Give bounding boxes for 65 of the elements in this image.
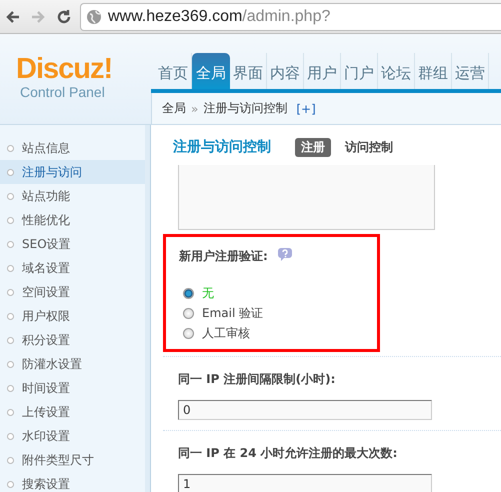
nav-tab[interactable]: 全局 <box>192 53 230 89</box>
radio-button[interactable] <box>183 288 194 298</box>
breadcrumb-item[interactable]: 全局 <box>162 100 186 117</box>
breadcrumb-separator: » <box>191 102 198 116</box>
back-icon[interactable] <box>6 10 20 22</box>
url-text: www.heze369.com/admin.php? <box>108 8 330 26</box>
sidebar-item[interactable]: 站点信息 <box>0 136 145 160</box>
radio-button[interactable] <box>183 308 194 318</box>
page-title: 注册与访问控制 <box>173 138 271 156</box>
address-bar[interactable]: www.heze369.com/admin.php? <box>80 2 501 30</box>
bullet-icon <box>7 168 14 176</box>
radio-button[interactable] <box>183 328 194 338</box>
sidebar-item[interactable]: 上传设置 <box>0 400 145 424</box>
bullet-icon <box>7 408 14 416</box>
bullet-icon <box>7 384 14 392</box>
sidebar-item[interactable]: 防灌水设置 <box>0 352 145 376</box>
add-shortcut-link[interactable]: [+] <box>296 102 316 116</box>
sidebar-item[interactable]: 性能优化 <box>0 208 145 232</box>
sidebar-item[interactable]: 水印设置 <box>0 424 145 448</box>
sidebar-item[interactable]: SEO设置 <box>0 232 145 256</box>
bullet-icon <box>7 456 14 464</box>
sidebar-item[interactable]: 搜索设置 <box>0 472 145 492</box>
bullet-icon <box>7 240 14 248</box>
globe-icon <box>86 8 102 24</box>
tab[interactable]: 访问控制 <box>339 138 399 156</box>
bullet-icon <box>7 336 14 344</box>
bullet-icon <box>7 312 14 320</box>
sidebar-item[interactable]: 附件类型尺寸 <box>0 448 145 472</box>
nav-tab[interactable]: 论坛 <box>378 53 415 89</box>
sidebar-item[interactable]: 域名设置 <box>0 256 145 280</box>
sidebar-item[interactable]: 积分设置 <box>0 328 145 352</box>
help-icon[interactable] <box>278 248 292 264</box>
radio-label[interactable]: Email 验证 <box>202 304 264 322</box>
bullet-icon <box>7 192 14 200</box>
field-label: 同一 IP 在 24 小时允许注册的最大次数: <box>178 445 398 462</box>
nav-tab[interactable]: 内容 <box>267 53 304 89</box>
bullet-icon <box>7 288 14 296</box>
breadcrumb-item[interactable]: 注册与访问控制 <box>203 100 288 117</box>
sidebar-item[interactable]: 注册与访问 <box>0 160 145 184</box>
nav-tab[interactable]: 用户 <box>304 53 341 89</box>
nav-tab[interactable]: 界面 <box>230 53 267 89</box>
bullet-icon <box>7 480 14 488</box>
bullet-icon <box>7 432 14 440</box>
sidebar-item[interactable]: 时间设置 <box>0 376 145 400</box>
nav-tab[interactable]: 群组 <box>415 53 452 89</box>
nav-tab[interactable]: 运营 <box>452 53 489 89</box>
bullet-icon <box>7 264 14 272</box>
bullet-icon <box>7 360 14 368</box>
sidebar-item[interactable]: 站点功能 <box>0 184 145 208</box>
input-field[interactable]: 0 <box>178 400 432 420</box>
nav-tab[interactable]: 门户 <box>341 53 378 89</box>
logo-subtitle: Control Panel <box>20 84 105 100</box>
sidebar-item[interactable]: 空间设置 <box>0 280 145 304</box>
bullet-icon <box>7 216 14 224</box>
field-label: 同一 IP 注册间隔限制(小时): <box>178 371 336 388</box>
text-area[interactable] <box>178 165 435 230</box>
bullet-icon <box>7 144 14 152</box>
radio-label[interactable]: 人工审核 <box>202 324 250 342</box>
logo-title: Discuz! <box>16 54 112 84</box>
tab[interactable]: 注册 <box>295 138 331 156</box>
forward-icon[interactable] <box>31 10 45 22</box>
field-label: 新用户注册验证: <box>179 248 268 264</box>
input-field[interactable]: 1 <box>178 474 432 492</box>
sidebar-item[interactable]: 用户权限 <box>0 304 145 328</box>
reload-icon[interactable] <box>56 8 72 24</box>
